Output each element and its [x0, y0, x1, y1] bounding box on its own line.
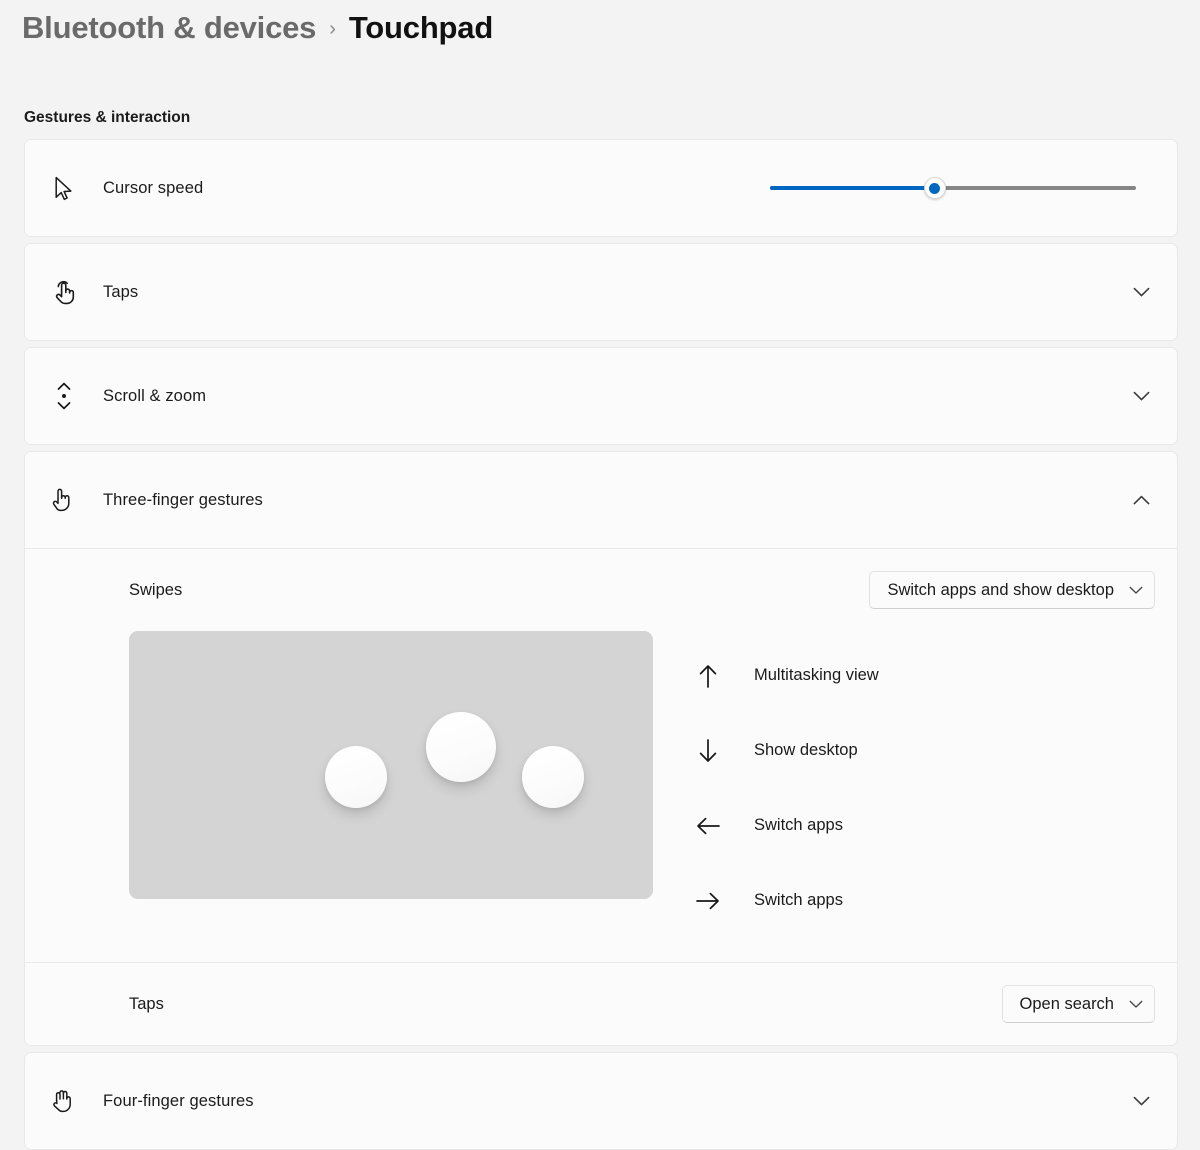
touchpad-finger-center	[426, 712, 496, 782]
sub-label-taps: Taps	[129, 994, 164, 1013]
touchpad-finger-right	[522, 746, 584, 808]
three-finger-taps-dropdown-value: Open search	[1019, 994, 1114, 1013]
row-scroll-zoom[interactable]: Scroll & zoom	[25, 348, 1177, 444]
row-four-finger-gestures[interactable]: Four-finger gestures	[25, 1053, 1177, 1149]
swipes-dropdown-value: Switch apps and show desktop	[887, 580, 1114, 599]
sub-label-swipes: Swipes	[129, 580, 183, 599]
gesture-list: Multitasking view Show desktop Switch ap…	[689, 631, 1155, 938]
row-swipes: Swipes Switch apps and show desktop	[25, 549, 1177, 631]
card-cursor-speed: Cursor speed	[24, 139, 1178, 237]
slider-fill	[770, 186, 935, 190]
scroll-updown-icon	[25, 381, 103, 411]
three-finger-taps-dropdown[interactable]: Open search	[1001, 985, 1155, 1023]
arrow-right-icon	[689, 890, 727, 912]
card-taps[interactable]: Taps	[24, 243, 1178, 341]
gesture-item-right: Switch apps	[689, 863, 1155, 938]
gesture-label: Multitasking view	[754, 666, 879, 684]
chevron-up-icon[interactable]	[1127, 495, 1155, 506]
row-label-three-finger-gestures: Three-finger gestures	[103, 490, 263, 509]
gesture-label: Show desktop	[754, 741, 858, 759]
slider-thumb[interactable]	[923, 177, 946, 199]
four-finger-hand-icon	[25, 1087, 103, 1115]
card-scroll-zoom[interactable]: Scroll & zoom	[24, 347, 1178, 445]
breadcrumb-separator-icon: ›	[329, 17, 336, 40]
three-finger-demo-area: Multitasking view Show desktop Switch ap…	[25, 631, 1177, 962]
gesture-item-down: Show desktop	[689, 713, 1155, 788]
row-label-cursor-speed: Cursor speed	[103, 178, 204, 197]
arrow-down-icon	[689, 738, 727, 764]
row-label-four-finger-gestures: Four-finger gestures	[103, 1091, 254, 1110]
cursor-arrow-icon	[25, 176, 103, 201]
three-finger-hand-icon	[25, 486, 103, 514]
row-taps[interactable]: Taps	[25, 244, 1177, 340]
chevron-down-icon[interactable]	[1127, 391, 1155, 402]
breadcrumb-parent-link[interactable]: Bluetooth & devices	[22, 10, 316, 46]
row-cursor-speed: Cursor speed	[25, 140, 1177, 236]
chevron-down-icon	[1129, 586, 1143, 595]
gesture-label: Switch apps	[754, 891, 843, 909]
touchpad-three-finger-illustration	[129, 631, 653, 899]
row-three-finger-gestures[interactable]: Three-finger gestures	[25, 452, 1177, 548]
chevron-down-icon[interactable]	[1127, 287, 1155, 298]
arrow-left-icon	[689, 815, 727, 837]
gesture-item-left: Switch apps	[689, 788, 1155, 863]
row-label-scroll-zoom: Scroll & zoom	[103, 386, 207, 405]
gesture-label: Switch apps	[754, 816, 843, 834]
swipes-dropdown[interactable]: Switch apps and show desktop	[869, 571, 1155, 609]
chevron-down-icon[interactable]	[1127, 1096, 1155, 1107]
arrow-up-icon	[689, 663, 727, 689]
cursor-speed-slider[interactable]	[770, 173, 1136, 203]
tap-hand-icon	[25, 279, 103, 305]
section-title-gestures: Gestures & interaction	[24, 109, 191, 126]
row-three-finger-taps: Taps Open search	[25, 963, 1177, 1045]
page-title: Touchpad	[348, 10, 494, 45]
touchpad-finger-left	[325, 746, 387, 808]
breadcrumb: Bluetooth & devices › Touchpad	[0, 0, 1200, 52]
row-label-taps: Taps	[103, 282, 139, 301]
gesture-item-up: Multitasking view	[689, 638, 1155, 713]
card-three-finger-gestures: Three-finger gestures Swipes Switch apps…	[24, 451, 1178, 1046]
chevron-down-icon	[1129, 1000, 1143, 1009]
card-four-finger-gestures[interactable]: Four-finger gestures	[24, 1052, 1178, 1150]
